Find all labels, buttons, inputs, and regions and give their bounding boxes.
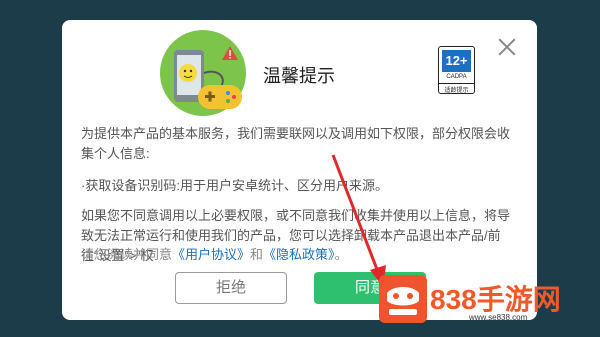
consent-suffix: 。 — [334, 247, 348, 262]
watermark-logo-icon — [379, 275, 427, 323]
age-rating-value: 12+ — [442, 50, 471, 72]
privacy-policy-link[interactable]: 《隐私政策》 — [263, 247, 335, 262]
watermark-url: www.se838.com — [469, 313, 528, 322]
age-rating-org: CADPA — [446, 74, 467, 80]
consent-line: 请您阅读并同意《用户协议》和《隐私政策》。 — [81, 244, 348, 263]
watermark-brand: 838手游网 — [430, 284, 561, 315]
age-rating-badge: 12+ CADPA 适龄提示 — [438, 46, 475, 94]
game-phone-illustration — [160, 30, 246, 116]
user-agreement-link[interactable]: 《用户协议》 — [172, 247, 250, 262]
age-rating-label: 适龄提示 — [439, 83, 474, 94]
dialog-title: 温馨提示 — [263, 66, 335, 86]
permission-item: ·获取设备识别码:用于用户安卓统计、区分用户来源。 — [81, 178, 388, 193]
watermark: 838手游网 www.se838.com — [379, 275, 594, 330]
consent-and: 和 — [250, 247, 264, 262]
reject-button[interactable]: 拒绝 — [175, 272, 287, 304]
close-icon[interactable] — [496, 36, 518, 58]
consent-prefix: 请您阅读并同意 — [81, 247, 173, 262]
permission-intro: 为提供本产品的基本服务，我们需要联网以及调用如下权限，部分权限会收集个人信息: — [81, 126, 511, 161]
